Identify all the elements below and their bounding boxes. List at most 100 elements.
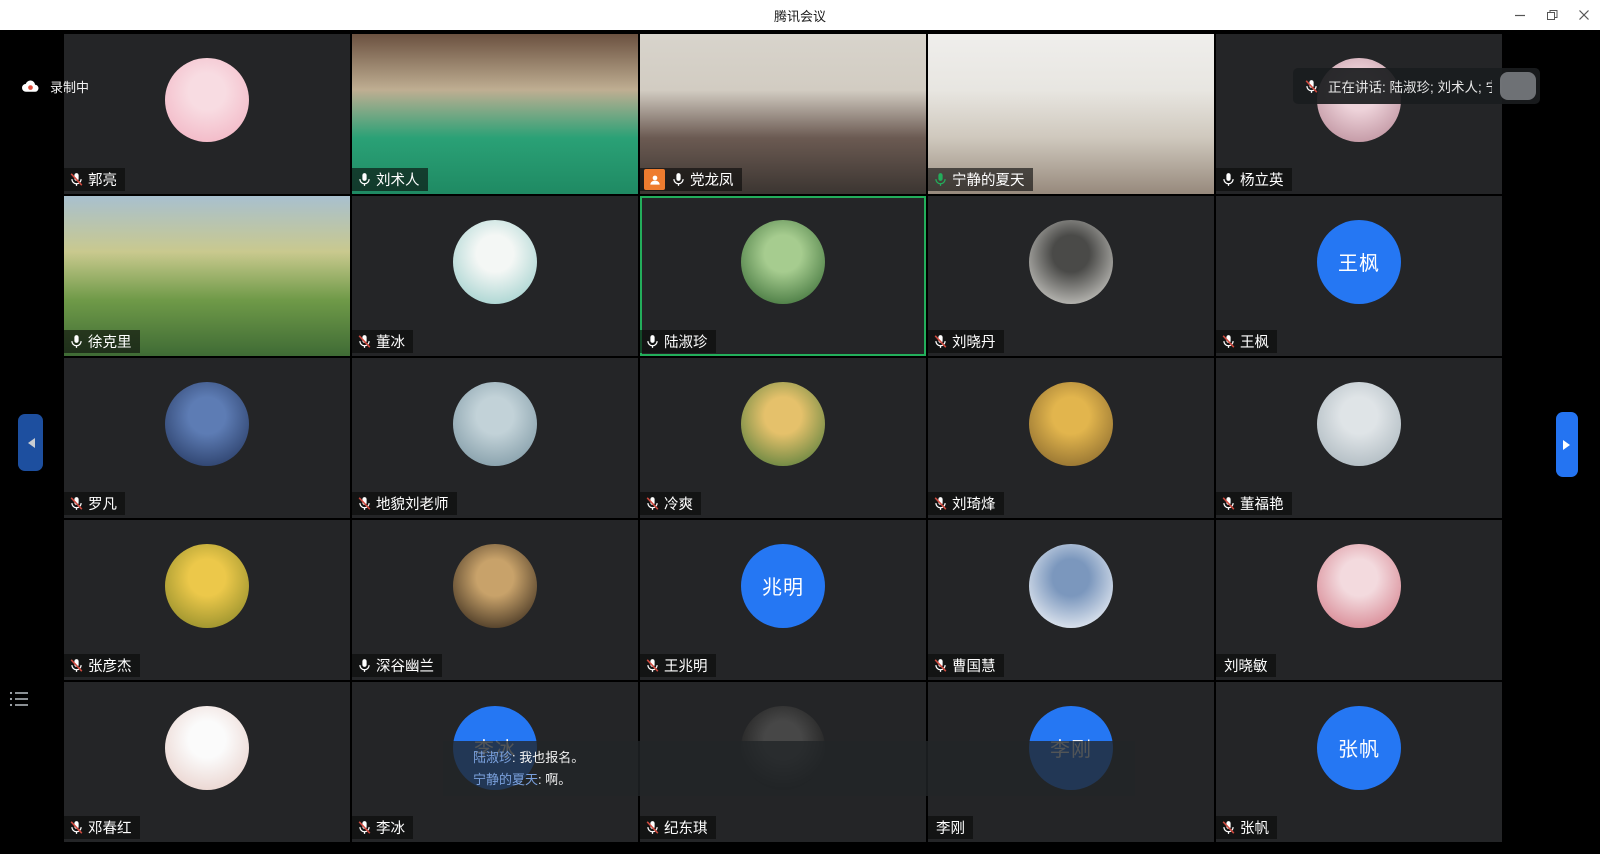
participant-name-label: 董福艳 bbox=[1216, 492, 1292, 515]
muted-mic-icon bbox=[68, 657, 85, 674]
participant-name: 张彦杰 bbox=[88, 655, 132, 676]
participant-name: 罗凡 bbox=[88, 493, 117, 514]
avatar-initials: 王枫 bbox=[1338, 247, 1380, 276]
participant-name: 董冰 bbox=[376, 331, 405, 352]
participant-name-label: 刘琦烽 bbox=[928, 492, 1004, 515]
participant-tile[interactable]: 董冰 bbox=[352, 196, 638, 356]
avatar bbox=[165, 544, 249, 628]
participant-tile[interactable]: 兆明 王兆明 bbox=[640, 520, 926, 680]
muted-mic-icon bbox=[1220, 333, 1237, 350]
mic-icon bbox=[356, 171, 373, 188]
participant-name-label: 深谷幽兰 bbox=[352, 654, 442, 677]
chat-text: : 我也报名。 bbox=[512, 750, 584, 765]
recording-indicator[interactable]: 录制中 bbox=[20, 76, 89, 97]
titlebar: 腾讯会议 bbox=[0, 0, 1600, 30]
mic-icon bbox=[356, 657, 373, 674]
chat-overlay: 陆淑珍: 我也报名。宁静的夏天: 啊。 bbox=[443, 741, 1135, 796]
muted-mic-icon bbox=[356, 333, 373, 350]
participant-tile[interactable]: 宁静的夏天 bbox=[928, 34, 1214, 194]
participant-name: 王枫 bbox=[1240, 331, 1269, 352]
participant-tile[interactable]: 冷爽 bbox=[640, 358, 926, 518]
muted-mic-icon bbox=[68, 495, 85, 512]
participant-tile[interactable]: 邓春红 bbox=[64, 682, 350, 842]
window-title: 腾讯会议 bbox=[774, 6, 826, 25]
participant-tile[interactable]: 张帆 张帆 bbox=[1216, 682, 1502, 842]
participant-tile[interactable]: 杨立英 bbox=[1216, 34, 1502, 194]
participant-tile[interactable]: 党龙凤 bbox=[640, 34, 926, 194]
participant-name: 杨立英 bbox=[1240, 169, 1284, 190]
avatar: 张帆 bbox=[1317, 706, 1401, 790]
chat-sender: 陆淑珍 bbox=[473, 750, 512, 765]
muted-mic-icon bbox=[1303, 78, 1320, 95]
avatar bbox=[1317, 544, 1401, 628]
participant-name-label: 王兆明 bbox=[640, 654, 716, 677]
recording-label: 录制中 bbox=[50, 77, 89, 96]
avatar bbox=[165, 58, 249, 142]
muted-mic-icon bbox=[644, 495, 661, 512]
participant-tile[interactable]: 深谷幽兰 bbox=[352, 520, 638, 680]
participant-tile[interactable]: 曹国慧 bbox=[928, 520, 1214, 680]
participant-name-label: 刘术人 bbox=[352, 168, 428, 191]
chat-message: 陆淑珍: 我也报名。 bbox=[473, 747, 1135, 769]
participant-tile[interactable]: 刘晓敏 bbox=[1216, 520, 1502, 680]
chat-text: : 啊。 bbox=[538, 772, 571, 787]
participant-tile[interactable]: 张彦杰 bbox=[64, 520, 350, 680]
banner-hover-button[interactable] bbox=[1500, 72, 1536, 100]
participant-name-label: 张彦杰 bbox=[64, 654, 140, 677]
muted-mic-icon bbox=[644, 819, 661, 836]
meeting-stage: 郭亮 刘术人 党龙凤 宁静的夏天 杨立英 徐克里 董冰 陆淑珍 刘晓丹王枫 王枫… bbox=[0, 30, 1600, 854]
participant-name: 党龙凤 bbox=[690, 169, 734, 190]
next-page-button[interactable] bbox=[1556, 412, 1578, 477]
muted-mic-icon bbox=[644, 657, 661, 674]
muted-mic-icon bbox=[1220, 819, 1237, 836]
participant-tile[interactable]: 董福艳 bbox=[1216, 358, 1502, 518]
participant-tile[interactable]: 徐克里 bbox=[64, 196, 350, 356]
close-button[interactable] bbox=[1568, 0, 1600, 30]
participant-name-label: 刘晓敏 bbox=[1216, 654, 1276, 677]
speaking-banner: 正在讲话: 陆淑珍; 刘术人; 宁静... bbox=[1293, 68, 1540, 104]
chevron-right-icon bbox=[1562, 439, 1572, 451]
participant-name-label: 曹国慧 bbox=[928, 654, 1004, 677]
mic-icon bbox=[644, 333, 661, 350]
mic-icon bbox=[68, 333, 85, 350]
participant-tile[interactable]: 罗凡 bbox=[64, 358, 350, 518]
minimize-button[interactable] bbox=[1504, 0, 1536, 30]
participant-name-label: 王枫 bbox=[1216, 330, 1277, 353]
participant-name: 宁静的夏天 bbox=[952, 169, 1025, 190]
participant-name-label: 杨立英 bbox=[1216, 168, 1292, 191]
participant-name-label: 罗凡 bbox=[64, 492, 125, 515]
participant-name: 李刚 bbox=[936, 817, 965, 838]
avatar bbox=[1317, 382, 1401, 466]
participant-tile[interactable]: 王枫 王枫 bbox=[1216, 196, 1502, 356]
restore-icon bbox=[1546, 9, 1558, 21]
chat-message: 宁静的夏天: 啊。 bbox=[473, 769, 1135, 791]
participant-name: 陆淑珍 bbox=[664, 331, 708, 352]
avatar bbox=[741, 382, 825, 466]
participant-name-label: 冷爽 bbox=[640, 492, 701, 515]
participant-tile[interactable]: 刘琦烽 bbox=[928, 358, 1214, 518]
chat-sender: 宁静的夏天 bbox=[473, 772, 538, 787]
member-list-button[interactable] bbox=[6, 686, 32, 712]
participant-name: 曹国慧 bbox=[952, 655, 996, 676]
prev-page-button[interactable] bbox=[18, 414, 43, 471]
participant-name: 地貌刘老师 bbox=[376, 493, 449, 514]
participant-name: 深谷幽兰 bbox=[376, 655, 434, 676]
participant-tile[interactable]: 陆淑珍 bbox=[640, 196, 926, 356]
avatar bbox=[1029, 382, 1113, 466]
participant-name-label: 邓春红 bbox=[64, 816, 140, 839]
participant-tile[interactable]: 刘术人 bbox=[352, 34, 638, 194]
participant-tile[interactable]: 刘晓丹 bbox=[928, 196, 1214, 356]
host-badge bbox=[644, 169, 665, 190]
maximize-restore-button[interactable] bbox=[1536, 0, 1568, 30]
muted-mic-icon bbox=[68, 171, 85, 188]
participant-name-label: 党龙凤 bbox=[640, 168, 742, 191]
participant-tile[interactable]: 地貌刘老师 bbox=[352, 358, 638, 518]
host-person-icon bbox=[648, 173, 662, 187]
participant-name-label: 陆淑珍 bbox=[640, 330, 716, 353]
participant-name: 王兆明 bbox=[664, 655, 708, 676]
window-controls bbox=[1504, 0, 1600, 30]
participant-tile[interactable]: 郭亮 bbox=[64, 34, 350, 194]
participant-name-label: 纪东琪 bbox=[640, 816, 716, 839]
speaking-mic-icon bbox=[932, 171, 949, 188]
muted-mic-icon bbox=[932, 333, 949, 350]
